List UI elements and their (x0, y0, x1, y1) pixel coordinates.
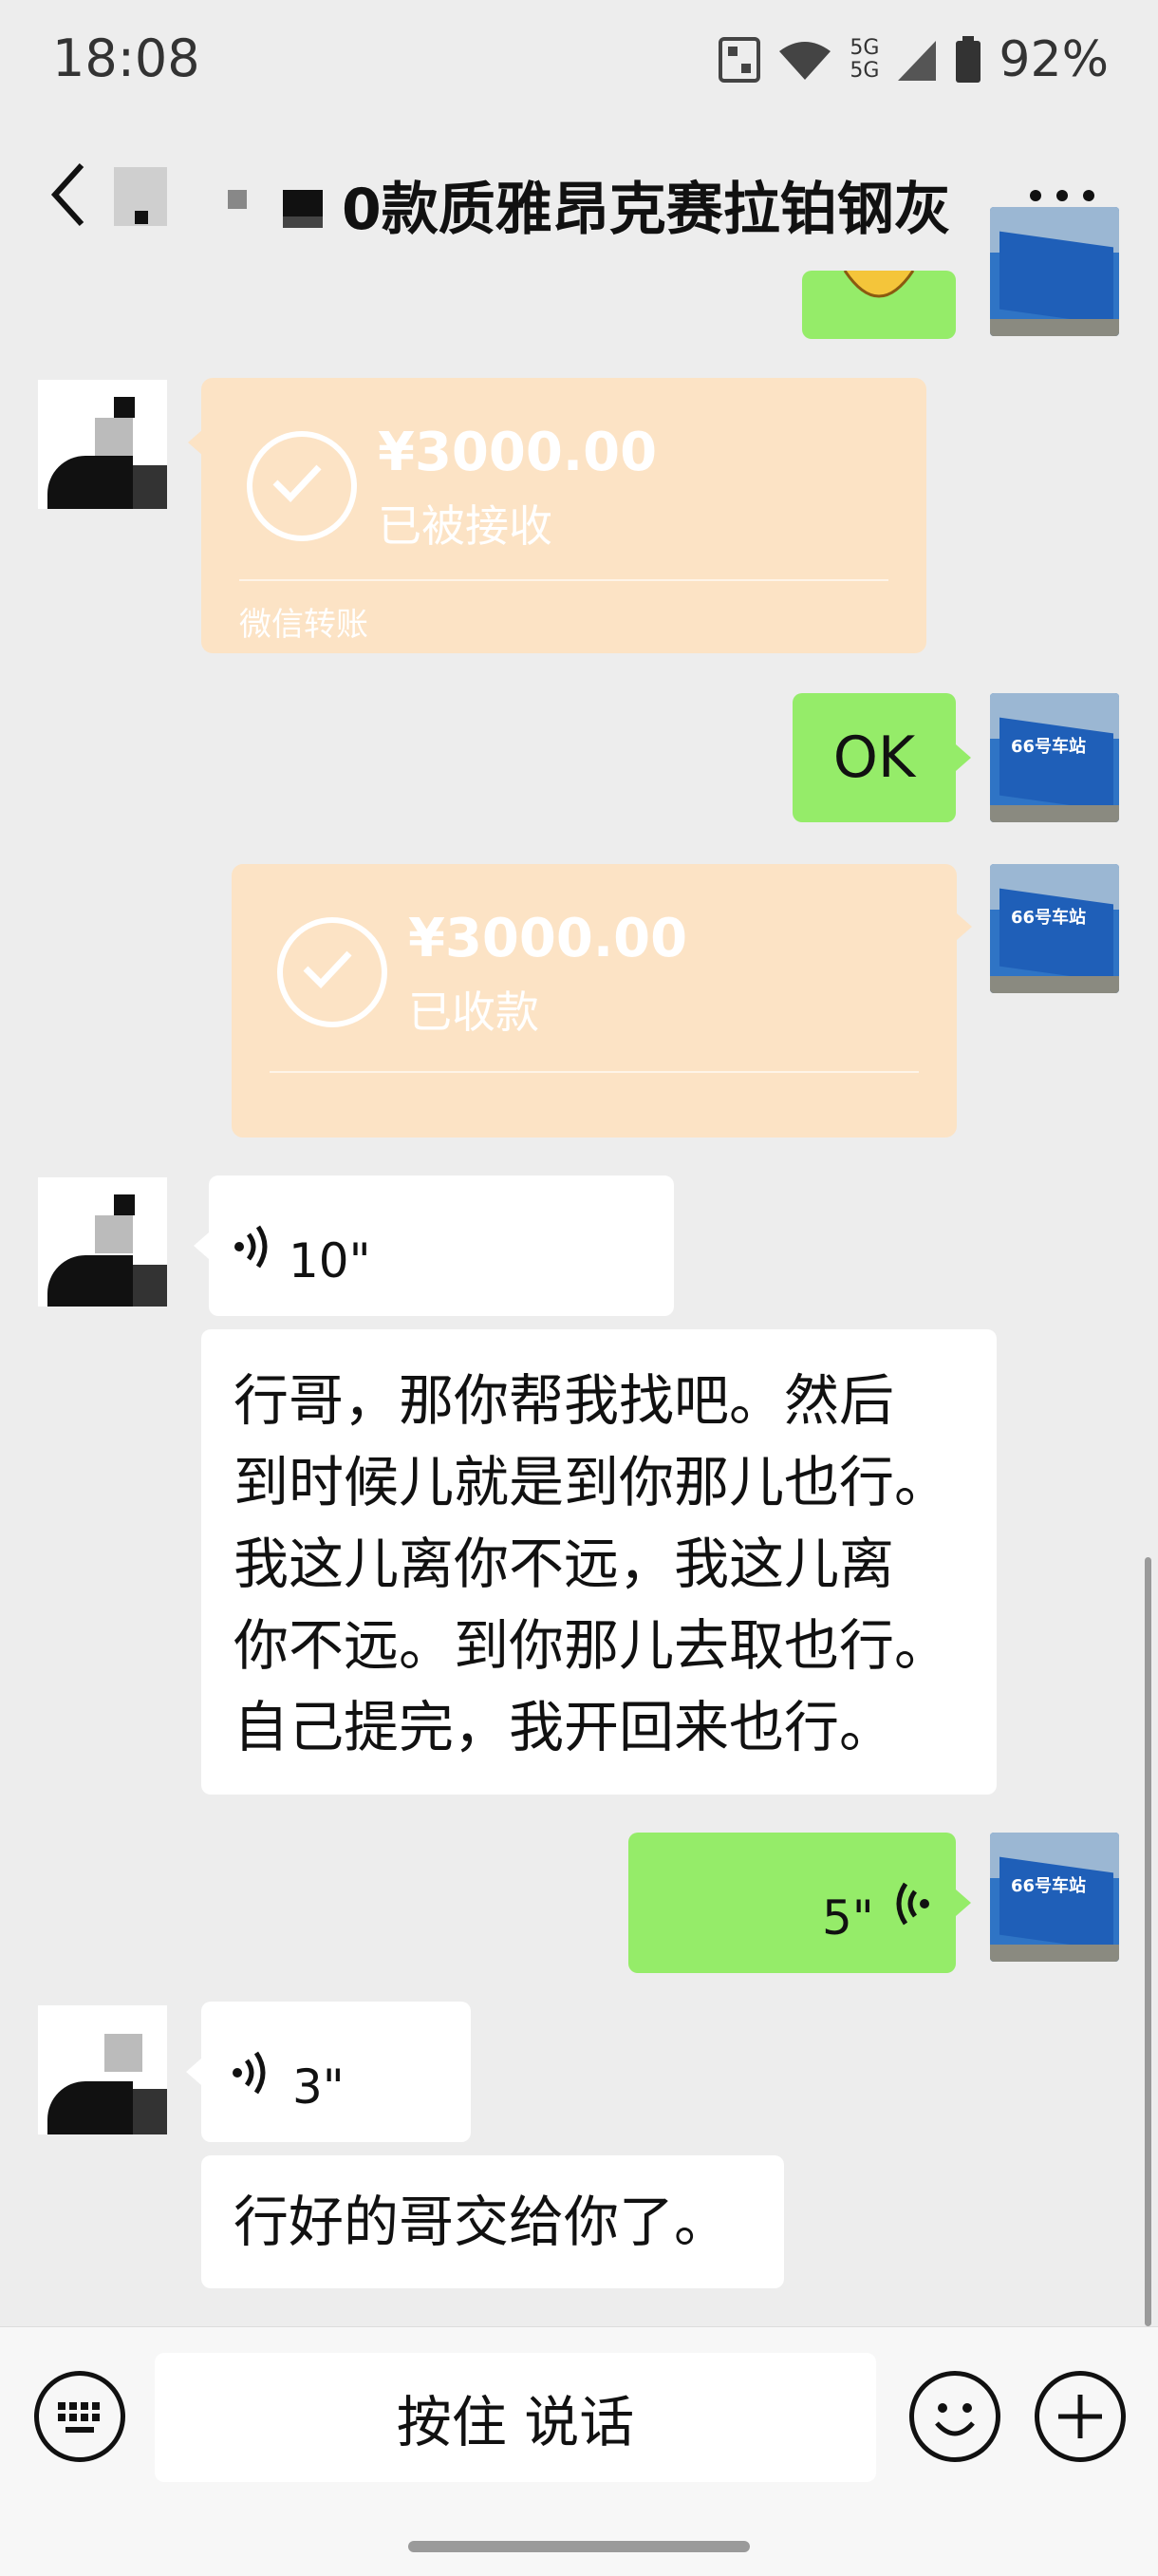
message-line: 自己提完，我开回来也行。 (233, 1695, 895, 1759)
status-time: 18:08 (52, 28, 200, 88)
plus-icon[interactable] (1035, 2371, 1126, 2462)
emoji-grin-icon (843, 271, 915, 298)
back-icon[interactable] (49, 161, 87, 228)
redacted-block (283, 216, 323, 228)
check-icon (277, 917, 387, 1027)
voice-wave-icon (234, 1225, 268, 1269)
my-avatar[interactable] (990, 207, 1119, 336)
signal-icon (898, 41, 937, 81)
contact-avatar[interactable] (38, 380, 167, 509)
network-label-bottom: 5G (850, 59, 880, 83)
voice-message[interactable]: 10" (209, 1175, 674, 1316)
transfer-card[interactable]: ¥3000.00 已被接收 微信转账 (201, 378, 926, 653)
message-bubble[interactable]: 行好的哥交给你了。 (201, 2155, 784, 2288)
message-line: 你不远。到你那儿去取也行。 (233, 1613, 950, 1678)
bubble-tail (957, 913, 972, 940)
avatar-sign-text: 66号车站 (1011, 737, 1087, 757)
message-line: 我这儿离你不远，我这儿离 (233, 1532, 895, 1596)
voice-duration: 3" (292, 2059, 345, 2115)
voice-wave-icon (896, 1882, 929, 1926)
message-line: 行哥，那你帮我找吧。然后 (233, 1368, 895, 1433)
voice-duration: 10" (289, 1233, 371, 1288)
voice-wave-icon (233, 2051, 266, 2095)
home-indicator (408, 2541, 750, 2552)
bubble-tail (188, 429, 203, 456)
bubble-tail (194, 1232, 209, 1259)
check-icon (247, 431, 357, 541)
network-indicator: 5G 5G (850, 37, 879, 83)
message-text: 行好的哥交给你了。 (233, 2190, 730, 2254)
network-label-top: 5G (850, 36, 880, 60)
my-avatar[interactable]: 66号车站 (990, 864, 1119, 993)
transfer-amount: ¥3000.00 (408, 908, 688, 969)
my-avatar[interactable]: 66号车站 (990, 1833, 1119, 1962)
avatar-sign-text: 66号车站 (1011, 1876, 1087, 1896)
contact-avatar[interactable] (38, 2005, 167, 2134)
redacted-block (228, 190, 247, 209)
nfc-icon (719, 37, 761, 83)
keyboard-icon[interactable] (34, 2371, 125, 2462)
transfer-card[interactable]: ¥3000.00 已收款 (232, 864, 957, 1138)
battery-percent: 92% (999, 31, 1109, 88)
emoji-icon[interactable] (909, 2371, 1000, 2462)
my-avatar[interactable]: 66号车站 (990, 693, 1119, 822)
voice-duration: 5" (822, 1890, 874, 1946)
chat-title: 0款质雅昂克赛拉铂钢灰 (342, 177, 951, 243)
transfer-status: 已收款 (408, 987, 539, 1038)
message-line: 到时候儿就是到你那儿也行。 (233, 1450, 950, 1514)
transfer-status: 已被接收 (378, 500, 552, 552)
message-bubble[interactable]: 行哥，那你帮我找吧。然后 到时候儿就是到你那儿也行。 我这儿离你不远，我这儿离 … (201, 1329, 997, 1795)
avatar-sign-text: 66号车站 (1011, 908, 1087, 928)
wifi-icon (779, 42, 831, 80)
message-text: OK (832, 724, 916, 791)
scrollbar[interactable] (1145, 1557, 1151, 2326)
transfer-source: 微信转账 (239, 606, 368, 644)
more-icon[interactable] (1028, 188, 1096, 203)
voice-message[interactable]: 5" (628, 1833, 956, 1973)
message-bubble[interactable]: OK (793, 693, 956, 822)
voice-message[interactable]: 3" (201, 2002, 471, 2142)
hold-to-talk-button[interactable]: 按住 说话 (155, 2353, 876, 2482)
transfer-amount: ¥3000.00 (378, 422, 658, 483)
status-icons: 5G 5G 92% (719, 28, 1109, 91)
bubble-tail (956, 744, 971, 771)
redacted-block (283, 190, 323, 216)
bubble-tail (186, 2059, 201, 2085)
bubble-tail (956, 1890, 971, 1916)
contact-avatar[interactable] (38, 1177, 167, 1307)
redacted-block (135, 211, 148, 224)
battery-icon (956, 36, 981, 83)
